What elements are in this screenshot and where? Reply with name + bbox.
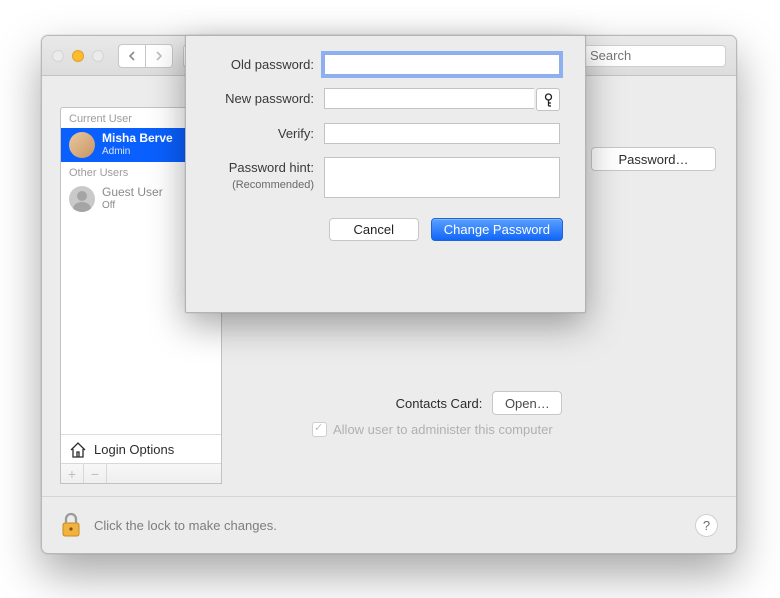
remove-user-button[interactable]: − — [84, 464, 107, 483]
verify-label: Verify: — [186, 123, 324, 145]
change-password-confirm-button[interactable]: Change Password — [431, 218, 563, 241]
key-icon — [543, 93, 554, 107]
minimize-window-dot[interactable] — [72, 50, 84, 62]
contacts-card-label: Contacts Card: — [396, 396, 483, 411]
old-password-input[interactable] — [324, 54, 560, 75]
window-controls — [52, 50, 104, 62]
new-password-label: New password: — [186, 88, 324, 110]
password-assistant-button[interactable] — [536, 88, 560, 111]
change-password-button[interactable]: Password… — [591, 147, 716, 171]
new-password-input[interactable] — [324, 88, 534, 109]
zoom-window-dot[interactable] — [92, 50, 104, 62]
chevron-left-icon — [128, 51, 136, 61]
user-name: Guest User — [102, 186, 163, 200]
login-options-row[interactable]: Login Options — [61, 434, 221, 464]
old-password-label: Old password: — [186, 54, 324, 76]
user-role: Admin — [102, 146, 173, 158]
change-password-sheet: Old password: New password: Verify: Pass… — [185, 35, 586, 313]
avatar — [69, 186, 95, 212]
open-contacts-button[interactable]: Open… — [492, 391, 562, 415]
back-button[interactable] — [118, 44, 146, 68]
user-role: Off — [102, 200, 163, 212]
hint-label: Password hint: (Recommended) — [186, 157, 324, 191]
allow-admin-label: Allow user to administer this computer — [333, 422, 553, 437]
lock-icon[interactable] — [60, 512, 82, 538]
cancel-button[interactable]: Cancel — [329, 218, 419, 241]
nav-buttons — [118, 44, 173, 68]
verify-password-input[interactable] — [324, 123, 560, 144]
allow-admin-checkbox[interactable] — [312, 422, 327, 437]
chevron-right-icon — [155, 51, 163, 61]
house-icon — [69, 442, 87, 458]
password-hint-input[interactable] — [324, 157, 560, 198]
allow-admin-row: Allow user to administer this computer — [312, 422, 553, 437]
lock-text: Click the lock to make changes. — [94, 518, 277, 533]
help-button[interactable]: ? — [695, 514, 718, 537]
add-user-button[interactable]: + — [61, 464, 84, 483]
close-window-dot[interactable] — [52, 50, 64, 62]
add-remove-bar: + − — [61, 463, 221, 483]
contacts-row: Contacts Card: Open… — [242, 391, 716, 415]
forward-button[interactable] — [146, 44, 173, 68]
login-options-label: Login Options — [94, 442, 174, 457]
footer: Click the lock to make changes. ? — [42, 496, 736, 553]
avatar — [69, 132, 95, 158]
search-field[interactable] — [564, 45, 726, 67]
user-name: Misha Berve — [102, 132, 173, 146]
search-input[interactable] — [588, 47, 719, 64]
